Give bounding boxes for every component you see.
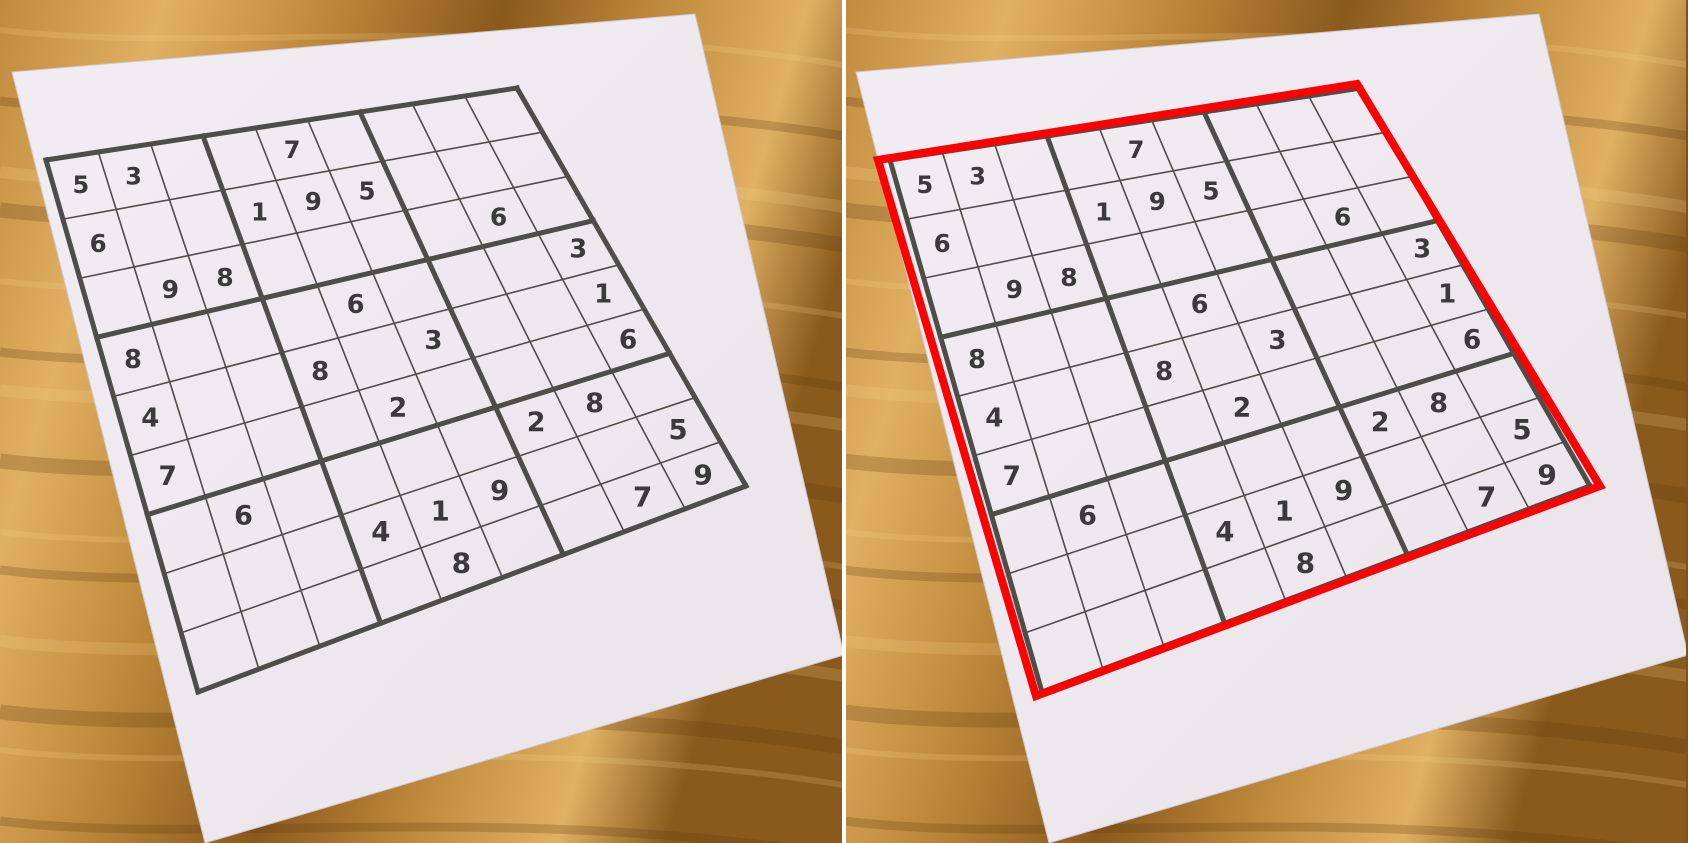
sudoku-clue: 6: [1463, 324, 1481, 355]
sudoku-clue: 3: [1413, 235, 1431, 265]
sudoku-clue: 3: [969, 162, 986, 190]
sudoku-clue: 7: [158, 461, 176, 492]
sudoku-clue: 5: [1513, 414, 1532, 446]
sudoku-clue: 9: [1334, 475, 1353, 507]
sudoku-clue: 2: [1371, 407, 1390, 438]
sudoku-clue: 7: [1477, 480, 1496, 513]
sudoku-clue: 8: [1060, 263, 1077, 292]
sudoku-clue: 5: [669, 414, 688, 446]
sudoku-clue: 4: [1215, 516, 1234, 548]
sudoku-clue: 6: [347, 290, 365, 320]
sudoku-clue: 3: [125, 162, 142, 190]
sudoku-clue: 8: [216, 263, 233, 292]
sudoku-clue: 6: [90, 229, 107, 258]
sudoku-clue: 6: [619, 324, 637, 355]
sudoku-clue: 3: [569, 235, 587, 265]
sudoku-clue: 1: [431, 496, 450, 528]
sudoku-clue: 8: [452, 547, 471, 580]
sudoku-clue: 1: [594, 280, 612, 310]
sudoku-clue: 7: [1002, 461, 1020, 492]
sudoku-clue: 9: [162, 275, 179, 304]
original-photo-panel: 5 3761 9 59 8686348317266284195879: [0, 0, 842, 843]
sudoku-clue: 7: [1128, 136, 1145, 164]
sudoku-clue: 9: [1006, 275, 1023, 304]
sudoku-clue: 9: [1537, 458, 1556, 491]
sudoku-clue: 5: [358, 177, 375, 206]
sudoku-clue: 2: [527, 407, 546, 438]
sudoku-clue: 8: [124, 345, 142, 375]
sudoku-clue: 8: [585, 388, 604, 419]
sudoku-clue: 5: [1202, 177, 1219, 206]
sudoku-clue: 9: [1149, 187, 1166, 216]
sudoku-clue: 9: [305, 187, 322, 216]
sudoku-clue: 8: [1155, 357, 1173, 387]
sudoku-clue: 4: [141, 403, 159, 433]
sudoku-photo-scene: 5 3761 9 59 86863483172662841958795 3761 9 59 86…: [0, 0, 1686, 843]
sudoku-clue: 3: [1268, 326, 1286, 356]
sudoku-clue: 7: [284, 136, 301, 164]
sudoku-clue: 2: [1233, 393, 1251, 424]
sudoku-clue: 4: [985, 403, 1003, 433]
sudoku-clue: 8: [968, 345, 986, 375]
sudoku-clue: 7: [633, 480, 652, 513]
sudoku-clue: 3: [424, 326, 442, 356]
sudoku-clue: 5: [916, 171, 933, 199]
detected-grid-photo-panel: 5 3761 9 59 8686348317266284195879: [844, 0, 1686, 843]
sudoku-clue: 5: [72, 171, 89, 199]
sudoku-clue: 6: [1334, 202, 1351, 231]
sudoku-clue: 9: [693, 458, 712, 491]
sudoku-clue: 6: [1191, 290, 1209, 320]
sudoku-clue: 6: [1078, 501, 1097, 532]
sudoku-clue: 1: [1438, 280, 1456, 310]
sudoku-clue: 9: [490, 475, 509, 507]
sudoku-clue: 6: [490, 202, 507, 231]
panel-divider: [842, 0, 846, 843]
sudoku-clue: 6: [234, 501, 253, 532]
sudoku-clue: 8: [1296, 547, 1315, 580]
sudoku-clue: 2: [389, 393, 407, 424]
sudoku-clue: 4: [371, 516, 390, 548]
sudoku-clue: 8: [1429, 388, 1448, 419]
sudoku-clue: 1: [1275, 496, 1294, 528]
sudoku-clue: 1: [251, 197, 268, 226]
sudoku-clue: 1: [1095, 197, 1112, 226]
sudoku-clue: 8: [311, 357, 329, 387]
sudoku-clue: 6: [934, 229, 951, 258]
photo-comparison: 5376195986863483172662841958795376195986…: [0, 0, 1688, 843]
